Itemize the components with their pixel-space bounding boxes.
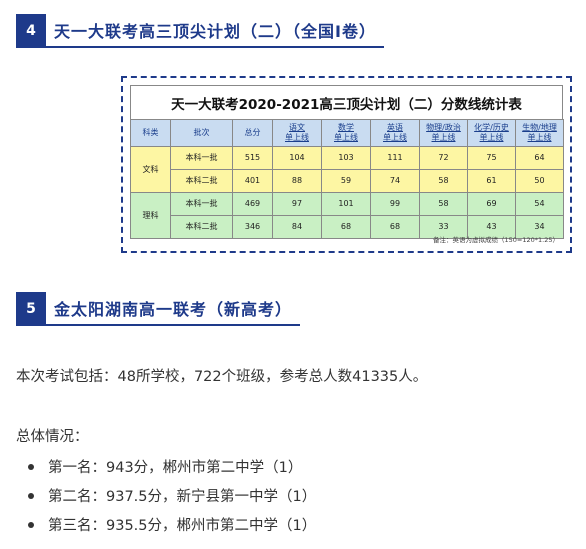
bullet-icon — [28, 521, 34, 528]
rank-text: 第二名：937.5分，新宁县第一中学（1） — [48, 489, 317, 505]
rank-text: 第三名：935.5分，郴州市第二中学（1） — [48, 518, 317, 534]
category-cell: 理科 — [130, 192, 171, 239]
list-item: 第二名：937.5分，新宁县第一中学（1） — [16, 481, 316, 510]
table-cell: 69 — [467, 192, 516, 216]
table-header-cell: 化学/历史 单上线 — [467, 119, 516, 147]
table-cell: 72 — [419, 146, 468, 170]
table-cell: 104 — [272, 146, 322, 170]
table-cell: 本科二批 — [170, 215, 233, 239]
table-header-cell: 生物/地理 单上线 — [515, 119, 564, 147]
section-number-badge: 4 — [16, 14, 46, 48]
score-table-title: 天一大联考2020-2021高三顶尖计划（二）分数线统计表 — [130, 85, 563, 119]
bullet-icon — [28, 463, 34, 470]
table-cell: 本科二批 — [170, 169, 233, 193]
table-cell: 64 — [515, 146, 564, 170]
table-cell: 101 — [321, 192, 371, 216]
table-cell: 515 — [232, 146, 273, 170]
section-title: 天一大联考高三顶尖计划（二）（全国Ⅰ卷） — [46, 14, 384, 48]
table-header-cell: 总分 — [232, 119, 273, 147]
table-cell: 111 — [370, 146, 420, 170]
overall-label: 总体情况： — [16, 429, 89, 445]
table-cell: 84 — [272, 215, 322, 239]
section-4-heading: 4 天一大联考高三顶尖计划（二）（全国Ⅰ卷） — [16, 14, 384, 48]
list-item: 第一名：943分，郴州市第二中学（1） — [16, 452, 316, 481]
table-cell: 469 — [232, 192, 273, 216]
category-cell: 文科 — [130, 146, 171, 193]
table-cell: 58 — [419, 192, 468, 216]
list-item: 第三名：935.5分，郴州市第二中学（1） — [16, 510, 316, 539]
section-5-heading: 5 金太阳湖南高一联考（新高考） — [16, 292, 301, 326]
table-cell: 74 — [370, 169, 420, 193]
table-cell: 346 — [232, 215, 273, 239]
table-header-cell: 批次 — [170, 119, 233, 147]
table-cell: 本科一批 — [170, 192, 233, 216]
section-title: 金太阳湖南高一联考（新高考） — [46, 292, 301, 326]
table-cell: 59 — [321, 169, 371, 193]
table-cell: 68 — [321, 215, 371, 239]
table-row: 本科二批 401 88 59 74 58 61 50 — [131, 169, 564, 193]
ranking-list: 第一名：943分，郴州市第二中学（1） 第二名：937.5分，新宁县第一中学（1… — [16, 452, 316, 539]
table-body: 文科 本科一批 515 104 103 111 72 75 64 本科二批 401 88 59 74 58 6… — [130, 146, 564, 239]
score-table-frame: 天一大联考2020-2021高三顶尖计划（二）分数线统计表 科类 批次 总分 语文 单… — [121, 76, 572, 253]
table-cell: 50 — [515, 169, 564, 193]
table-cell: 54 — [515, 192, 564, 216]
table-cell: 58 — [419, 169, 468, 193]
table-note: 备注：英语为虚拟成绩（150=120*1.25） — [433, 236, 559, 244]
section-number-badge: 5 — [16, 292, 46, 326]
table-header-row: 科类 批次 总分 语文 单上线 数学 单上线 英语 单上线 物理/政治 单上线 化学/历史 单… — [130, 119, 564, 147]
table-cell: 401 — [232, 169, 273, 193]
table-cell: 99 — [370, 192, 420, 216]
table-header-cell: 语文 单上线 — [272, 119, 322, 147]
bullet-icon — [28, 492, 34, 499]
table-header-cell: 科类 — [130, 119, 171, 147]
table-header-cell: 数学 单上线 — [321, 119, 371, 147]
table-cell: 75 — [467, 146, 516, 170]
table-header-cell: 物理/政治 单上线 — [419, 119, 468, 147]
table-cell: 88 — [272, 169, 322, 193]
intro-paragraph: 本次考试包括：48所学校，722个班级，参考总人数41335人。 — [16, 369, 428, 385]
table-row: 文科 本科一批 515 104 103 111 72 75 64 — [130, 146, 564, 193]
table-cell: 68 — [370, 215, 420, 239]
score-table-container: 天一大联考2020-2021高三顶尖计划（二）分数线统计表 科类 批次 总分 语文 单… — [130, 85, 564, 244]
table-cell: 103 — [321, 146, 371, 170]
table-cell: 61 — [467, 169, 516, 193]
table-cell: 本科一批 — [170, 146, 233, 170]
rank-text: 第一名：943分，郴州市第二中学（1） — [48, 460, 303, 476]
table-cell: 97 — [272, 192, 322, 216]
table-row: 理科 本科一批 469 97 101 99 58 69 54 — [130, 192, 564, 239]
score-table: 科类 批次 总分 语文 单上线 数学 单上线 英语 单上线 物理/政治 单上线 化学/历史 单… — [130, 119, 564, 239]
table-header-cell: 英语 单上线 — [370, 119, 420, 147]
